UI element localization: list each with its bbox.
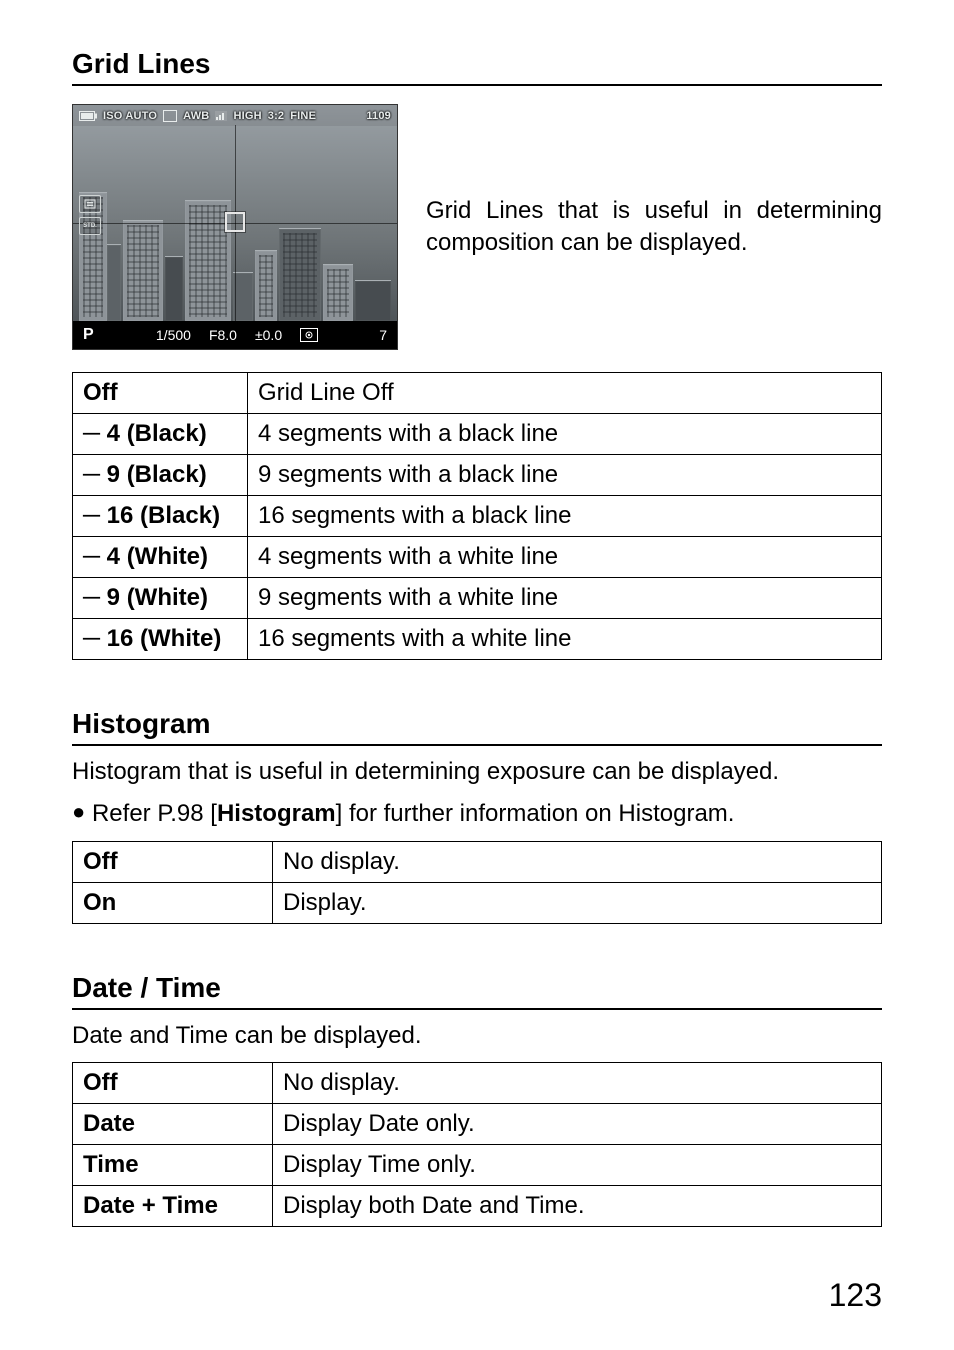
grid-lines-intro-text: Grid Lines that is useful in determining… bbox=[426, 195, 882, 260]
cell-val: 4 segments with a black line bbox=[248, 414, 882, 455]
table-row: Date Display Date only. bbox=[73, 1104, 882, 1145]
cell-val: Display. bbox=[273, 882, 882, 923]
cell-val: Display Date only. bbox=[273, 1104, 882, 1145]
table-row: ─ 9 (Black) 9 segments with a black line bbox=[73, 455, 882, 496]
metering-icon bbox=[300, 328, 318, 342]
bullet-icon: ● bbox=[72, 797, 85, 827]
histogram-table: Off No display. On Display. bbox=[72, 841, 882, 924]
section-title-histogram: Histogram bbox=[72, 708, 882, 746]
lcd-wb: AWB bbox=[183, 110, 209, 122]
table-row: Off No display. bbox=[73, 1063, 882, 1104]
nr-icon bbox=[215, 111, 227, 121]
lcd-exp-comp: ±0.0 bbox=[255, 327, 282, 343]
date-time-table: Off No display. Date Display Date only. … bbox=[72, 1062, 882, 1227]
section-title-date-time: Date / Time bbox=[72, 972, 882, 1010]
histogram-intro-text: Histogram that is useful in determining … bbox=[72, 756, 882, 788]
cell-key: On bbox=[73, 882, 273, 923]
lcd-quality: FINE bbox=[290, 110, 316, 122]
cell-key: ─ 4 (Black) bbox=[73, 414, 248, 455]
camera-lcd-screenshot: ISO AUTO AWB HIGH 3:2 FINE 1109 bbox=[72, 104, 398, 350]
cell-val: No display. bbox=[273, 841, 882, 882]
table-row: ─ 16 (Black) 16 segments with a black li… bbox=[73, 496, 882, 537]
cell-val: 9 segments with a black line bbox=[248, 455, 882, 496]
cell-key: ─ 4 (White) bbox=[73, 537, 248, 578]
bullet-text-pre: Refer P.98 [ bbox=[92, 800, 217, 827]
cell-val: No display. bbox=[273, 1063, 882, 1104]
bullet-text-post: ] for further information on Histogram. bbox=[336, 800, 735, 827]
table-row: Date + Time Display both Date and Time. bbox=[73, 1186, 882, 1227]
table-row: On Display. bbox=[73, 882, 882, 923]
lcd-badge-icon bbox=[79, 195, 101, 213]
cell-val: 16 segments with a white line bbox=[248, 619, 882, 660]
battery-icon bbox=[79, 111, 97, 121]
section-title-grid-lines: Grid Lines bbox=[72, 48, 882, 86]
table-row: ─ 16 (White) 16 segments with a white li… bbox=[73, 619, 882, 660]
lcd-bottom-bar: P 1/500 F8.0 ±0.0 7 bbox=[73, 321, 397, 349]
histogram-bullet: ● Refer P.98 [Histogram] for further inf… bbox=[72, 798, 882, 830]
cell-key: ─ 16 (White) bbox=[73, 619, 248, 660]
date-time-intro-text: Date and Time can be displayed. bbox=[72, 1020, 882, 1052]
lcd-badge-std: STD. bbox=[79, 217, 101, 235]
page-number: 123 bbox=[829, 1277, 882, 1314]
cell-val: Display Time only. bbox=[273, 1145, 882, 1186]
drive-mode-icon bbox=[163, 110, 177, 122]
lcd-aspect: 3:2 bbox=[268, 110, 285, 122]
cell-key: Off bbox=[73, 841, 273, 882]
table-row: Time Display Time only. bbox=[73, 1145, 882, 1186]
cell-key: ─ 9 (Black) bbox=[73, 455, 248, 496]
lcd-shots-remaining: 1109 bbox=[366, 110, 391, 122]
cell-val: 16 segments with a black line bbox=[248, 496, 882, 537]
lcd-aperture: F8.0 bbox=[209, 327, 237, 343]
table-row: Off No display. bbox=[73, 841, 882, 882]
cell-key: Off bbox=[73, 373, 248, 414]
cell-key: Date bbox=[73, 1104, 273, 1145]
cell-key: Date + Time bbox=[73, 1186, 273, 1227]
cell-key: ─ 9 (White) bbox=[73, 578, 248, 619]
grid-lines-table: Off Grid Line Off ─ 4 (Black) 4 segments… bbox=[72, 372, 882, 660]
af-point-icon bbox=[225, 212, 245, 232]
bullet-text-bold: Histogram bbox=[217, 800, 336, 827]
lcd-mode: P bbox=[83, 326, 107, 344]
lcd-shutter: 1/500 bbox=[156, 327, 191, 343]
lcd-bracket-count: 7 bbox=[367, 327, 387, 343]
table-row: ─ 4 (White) 4 segments with a white line bbox=[73, 537, 882, 578]
lcd-top-bar: ISO AUTO AWB HIGH 3:2 FINE 1109 bbox=[73, 105, 397, 126]
table-row: Off Grid Line Off bbox=[73, 373, 882, 414]
table-row: ─ 4 (Black) 4 segments with a black line bbox=[73, 414, 882, 455]
cell-key: Time bbox=[73, 1145, 273, 1186]
lcd-nr: HIGH bbox=[233, 110, 261, 122]
cell-val: Display both Date and Time. bbox=[273, 1186, 882, 1227]
table-row: ─ 9 (White) 9 segments with a white line bbox=[73, 578, 882, 619]
cell-key: ─ 16 (Black) bbox=[73, 496, 248, 537]
cell-val: Grid Line Off bbox=[248, 373, 882, 414]
lcd-iso: ISO AUTO bbox=[103, 110, 157, 122]
cell-val: 4 segments with a white line bbox=[248, 537, 882, 578]
cell-val: 9 segments with a white line bbox=[248, 578, 882, 619]
lcd-left-badges: STD. bbox=[79, 195, 101, 235]
cell-key: Off bbox=[73, 1063, 273, 1104]
